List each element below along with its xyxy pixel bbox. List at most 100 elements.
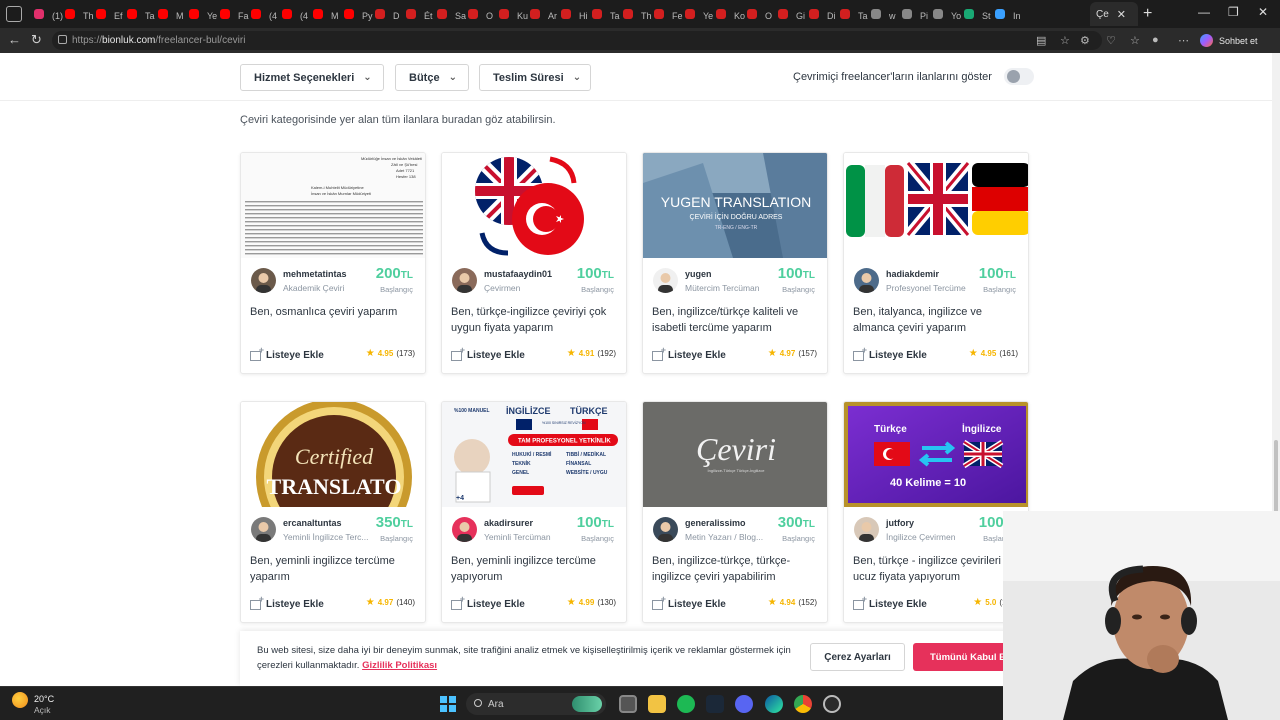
file-explorer-icon[interactable]	[648, 695, 666, 713]
add-to-list-button[interactable]: Listeye Ekle	[250, 594, 324, 610]
browser-tab[interactable]: O	[747, 9, 772, 21]
browser-tab[interactable]: M	[313, 9, 339, 21]
windows-start-icon[interactable]	[440, 696, 456, 712]
avatar[interactable]	[854, 517, 879, 542]
budget-dropdown[interactable]: Bütçe ⌄	[395, 64, 469, 91]
browser-tab[interactable]: Di	[809, 9, 836, 21]
avatar[interactable]	[251, 268, 276, 293]
browser-tab[interactable]: Ku	[499, 9, 528, 21]
browser-tab[interactable]: Yo	[933, 9, 961, 21]
edge-icon[interactable]	[765, 695, 783, 713]
browser-tab[interactable]: D	[375, 9, 400, 21]
active-tab[interactable]: Çe ✕	[1090, 2, 1138, 26]
avatar[interactable]	[653, 268, 678, 293]
browser-tab[interactable]: Ye	[189, 9, 217, 21]
maximize-icon[interactable]: ❐	[1228, 5, 1239, 19]
gig-thumbnail[interactable]: Müdürlüğe İnsan ve İskân Vekâleti Zâtî ve…	[241, 153, 425, 258]
online-filter-toggle[interactable]	[1004, 68, 1034, 85]
browser-tab[interactable]: Th	[65, 9, 94, 21]
browser-tab[interactable]: Ye	[685, 9, 713, 21]
extensions-icon[interactable]: ⚙	[1080, 34, 1090, 47]
username[interactable]: hadiakdemir	[886, 269, 939, 279]
delivery-time-dropdown[interactable]: Teslim Süresi ⌄	[479, 64, 591, 91]
gig-thumbnail[interactable]: Certified TRANSLATO	[241, 402, 425, 507]
browser-tab[interactable]: Ar	[530, 9, 557, 21]
add-to-list-button[interactable]: Listeye Ekle	[451, 345, 525, 361]
copilot-button[interactable]: Sohbet et	[1200, 32, 1272, 49]
gig-thumbnail[interactable]	[844, 153, 1028, 258]
browser-tab[interactable]: Pi	[902, 9, 928, 21]
gig-thumbnail[interactable]	[442, 153, 626, 258]
site-info-icon[interactable]	[58, 35, 67, 44]
gig-thumbnail[interactable]: Türkçe İngilizce 40 Kelime = 10	[844, 402, 1028, 507]
browser-tab[interactable]: (4	[282, 9, 308, 21]
gig-thumbnail[interactable]: %100 MANUEL +4 İNGİLİZCE TÜRKÇE %100 SINIRSI…	[442, 402, 626, 507]
username[interactable]: akadirsurer	[484, 518, 533, 528]
favorite-star-icon[interactable]: ☆	[1060, 34, 1070, 47]
browser-tab[interactable]: Fa	[220, 9, 249, 21]
task-view-icon[interactable]	[619, 695, 637, 713]
username[interactable]: mustafaaydin01	[484, 269, 552, 279]
browser-essentials-icon[interactable]: ♡	[1106, 34, 1116, 47]
browser-tab[interactable]: M	[158, 9, 184, 21]
browser-tab[interactable]: (1)	[34, 9, 63, 21]
avatar[interactable]	[653, 517, 678, 542]
browser-tab[interactable]: Hi	[561, 9, 588, 21]
browser-tab[interactable]: Ta	[592, 9, 620, 21]
gig-title[interactable]: Ben, ingilizce-türkçe, türkçe-ingilizce …	[652, 553, 822, 585]
browser-tab[interactable]: Ef	[96, 9, 123, 21]
steam-icon[interactable]	[706, 695, 724, 713]
username[interactable]: jutfory	[886, 518, 914, 528]
browser-tab[interactable]: St	[964, 9, 991, 21]
username[interactable]: yugen	[685, 269, 712, 279]
reader-icon[interactable]: ▤	[1036, 34, 1046, 47]
browser-tab[interactable]: Gi	[778, 9, 805, 21]
browser-tab[interactable]: Ko	[716, 9, 745, 21]
back-icon[interactable]: ←	[8, 32, 21, 47]
avatar[interactable]	[452, 517, 477, 542]
minimize-icon[interactable]: —	[1198, 5, 1210, 19]
browser-tab[interactable]: Ta	[127, 9, 155, 21]
gig-card[interactable]: Müdürlüğe İnsan ve İskân Vekâleti Zâtî ve…	[240, 152, 426, 374]
browser-tab[interactable]: w	[871, 9, 896, 21]
username[interactable]: ercanaltuntas	[283, 518, 342, 528]
add-to-list-button[interactable]: Listeye Ekle	[853, 594, 927, 610]
add-to-list-button[interactable]: Listeye Ekle	[250, 345, 324, 361]
avatar[interactable]	[452, 268, 477, 293]
gig-card[interactable]: Çeviri İngilizce-Türkçe Türkçe-İngilizce ★…	[642, 401, 828, 623]
add-to-list-button[interactable]: Listeye Ekle	[451, 594, 525, 610]
browser-tab[interactable]: Th	[623, 9, 652, 21]
gig-thumbnail[interactable]: YUGEN TRANSLATION ÇEVİRİ İÇİN DOĞRU ADRES…	[643, 153, 827, 258]
browser-tab[interactable]: Py	[344, 9, 373, 21]
gig-card[interactable]: Türkçeİngilizce40 Kelime = 10★5.0(157)ju…	[843, 401, 1029, 623]
url-field[interactable]: https://bionluk.com/freelancer-bul/cevir…	[52, 31, 1102, 50]
window-close-icon[interactable]: ✕	[1258, 5, 1268, 19]
collections-icon[interactable]: ☆	[1130, 34, 1140, 47]
gig-title[interactable]: Ben, türkçe - ingilizce çevirileri en uc…	[853, 553, 1023, 585]
gig-card[interactable]: ★ 4.91 (192) mustafaaydin01 Çevirmen 100TL Baş…	[441, 152, 627, 374]
add-to-list-button[interactable]: Listeye Ekle	[853, 345, 927, 361]
gig-title[interactable]: Ben, türkçe-ingilizce çeviriyi çok uygun…	[451, 304, 621, 336]
gig-thumbnail[interactable]: Çeviri İngilizce-Türkçe Türkçe-İngilizce	[643, 402, 827, 507]
add-to-list-button[interactable]: Listeye Ekle	[652, 345, 726, 361]
reload-icon[interactable]: ↻	[31, 32, 42, 48]
chrome-icon[interactable]	[794, 695, 812, 713]
gig-title[interactable]: Ben, italyanca, ingilizce ve almanca çev…	[853, 304, 1023, 336]
new-tab-button[interactable]: +	[1143, 5, 1152, 23]
gig-card[interactable]: ★ 4.95 (161) hadiakdemir Profesyonel Tercüme…	[843, 152, 1029, 374]
gig-card[interactable]: YUGEN TRANSLATION ÇEVİRİ İÇİN DOĞRU ADRES…	[642, 152, 828, 374]
more-menu-icon[interactable]: ⋯	[1178, 34, 1189, 47]
privacy-policy-link[interactable]: Gizlilik Politikası	[362, 660, 437, 671]
add-to-list-button[interactable]: Listeye Ekle	[652, 594, 726, 610]
avatar[interactable]	[854, 268, 879, 293]
discord-icon[interactable]	[735, 695, 753, 713]
browser-tab[interactable]: (4	[251, 9, 277, 21]
gig-title[interactable]: Ben, osmanlıca çeviri yaparım	[250, 304, 420, 320]
browser-tab[interactable]: Ét	[406, 9, 433, 21]
browser-tab[interactable]: Ta	[840, 9, 868, 21]
username[interactable]: mehmetatintas	[283, 269, 347, 279]
tab-actions-icon[interactable]	[6, 6, 22, 22]
cookie-settings-button[interactable]: Çerez Ayarları	[810, 643, 905, 671]
service-options-dropdown[interactable]: Hizmet Seçenekleri ⌄	[240, 64, 384, 91]
spotify-icon[interactable]	[677, 695, 695, 713]
